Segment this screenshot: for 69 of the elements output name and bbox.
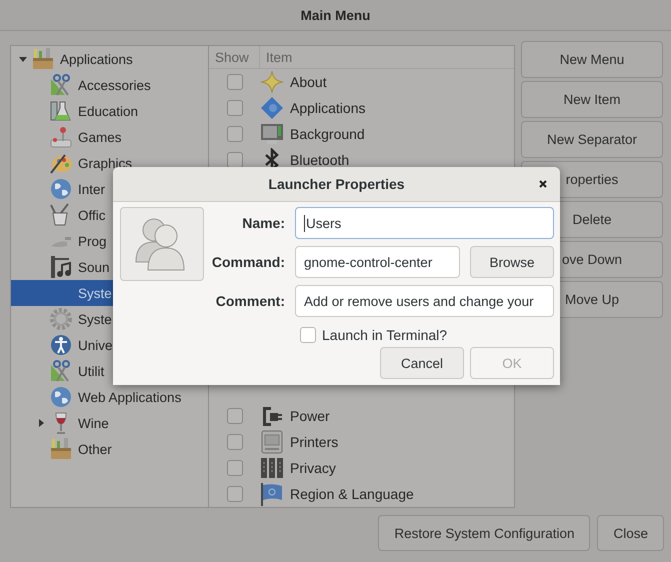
globe-icon bbox=[49, 385, 73, 409]
side-button[interactable]: New Item bbox=[521, 81, 663, 118]
tree-item[interactable]: Prog bbox=[11, 228, 208, 254]
side-button[interactable]: New Separator bbox=[521, 121, 663, 158]
tree-item[interactable]: Syste bbox=[11, 306, 208, 332]
tree-item[interactable]: Utilit bbox=[11, 358, 208, 384]
tree-item[interactable]: Games bbox=[11, 124, 208, 150]
show-checkbox[interactable] bbox=[226, 126, 242, 142]
show-checkbox[interactable] bbox=[226, 460, 242, 476]
icon-button[interactable] bbox=[120, 207, 204, 281]
window-title: Main Menu bbox=[300, 8, 370, 22]
flask-icon bbox=[49, 99, 73, 123]
joystick-icon bbox=[49, 125, 73, 149]
side-button[interactable]: New Menu bbox=[521, 41, 663, 78]
tree-item[interactable]: Education bbox=[11, 98, 208, 124]
tools-icon bbox=[49, 359, 73, 383]
tools-icon bbox=[49, 73, 73, 97]
item-label: Background bbox=[290, 126, 365, 142]
show-checkbox[interactable] bbox=[226, 486, 242, 502]
expander-icon[interactable] bbox=[18, 54, 28, 64]
checkbox-label: Launch in Terminal? bbox=[322, 327, 448, 343]
footer-button[interactable]: Close bbox=[597, 515, 664, 551]
item-label: About bbox=[290, 74, 327, 90]
show-checkbox[interactable] bbox=[226, 100, 242, 116]
tree-item[interactable]: Soun bbox=[11, 254, 208, 280]
box-icon bbox=[49, 437, 73, 461]
show-checkbox[interactable] bbox=[226, 152, 242, 168]
field-label: Comment: bbox=[214, 293, 285, 309]
gear-icon bbox=[49, 307, 73, 331]
show-checkbox[interactable] bbox=[226, 434, 242, 450]
text-field[interactable]: Users bbox=[295, 207, 554, 239]
tree-item[interactable]: Web Applications bbox=[11, 384, 208, 410]
tree-item[interactable]: Unive bbox=[11, 332, 208, 358]
tree-item[interactable]: Inter bbox=[11, 176, 208, 202]
panels-icon bbox=[260, 456, 284, 480]
box-icon bbox=[31, 47, 55, 71]
monitor-icon bbox=[260, 122, 284, 146]
tree-item[interactable]: Wine bbox=[11, 410, 208, 436]
tree-item[interactable]: Applications bbox=[11, 46, 208, 72]
show-checkbox[interactable] bbox=[226, 74, 242, 90]
terminal-checkbox[interactable] bbox=[300, 327, 316, 343]
item-label: Printers bbox=[290, 434, 338, 450]
text-field[interactable]: gnome-control-center bbox=[295, 246, 460, 278]
tree-item[interactable]: Offic bbox=[11, 202, 208, 228]
field-label: Command: bbox=[210, 254, 285, 270]
accessibility-icon bbox=[49, 333, 73, 357]
browse-button[interactable]: Browse bbox=[470, 246, 554, 278]
dialog-button[interactable]: Cancel bbox=[380, 347, 464, 379]
film-icon bbox=[49, 255, 73, 279]
item-label: Power bbox=[290, 408, 330, 424]
show-checkbox[interactable] bbox=[226, 408, 242, 424]
item-label: Region & Language bbox=[290, 486, 414, 502]
flag-icon bbox=[260, 482, 284, 506]
field-label: Name: bbox=[241, 215, 285, 231]
close-icon[interactable] bbox=[538, 179, 548, 189]
diamond-icon bbox=[260, 96, 284, 120]
globe-icon bbox=[49, 177, 73, 201]
expander-icon[interactable] bbox=[36, 418, 46, 428]
footer-button[interactable]: Restore System Configuration bbox=[378, 515, 590, 551]
item-label: Bluetooth bbox=[290, 152, 350, 168]
plug-icon bbox=[260, 404, 284, 428]
tree-item[interactable]: Other bbox=[11, 436, 208, 462]
printer-icon bbox=[260, 430, 284, 454]
dialog-title: Launcher Properties bbox=[268, 176, 405, 192]
item-label: Applications bbox=[290, 100, 366, 116]
text-field[interactable]: Add or remove users and change your bbox=[295, 285, 554, 317]
tree-item[interactable]: Accessories bbox=[11, 72, 208, 98]
item-label: Privacy bbox=[290, 460, 336, 476]
star-icon bbox=[260, 70, 284, 94]
